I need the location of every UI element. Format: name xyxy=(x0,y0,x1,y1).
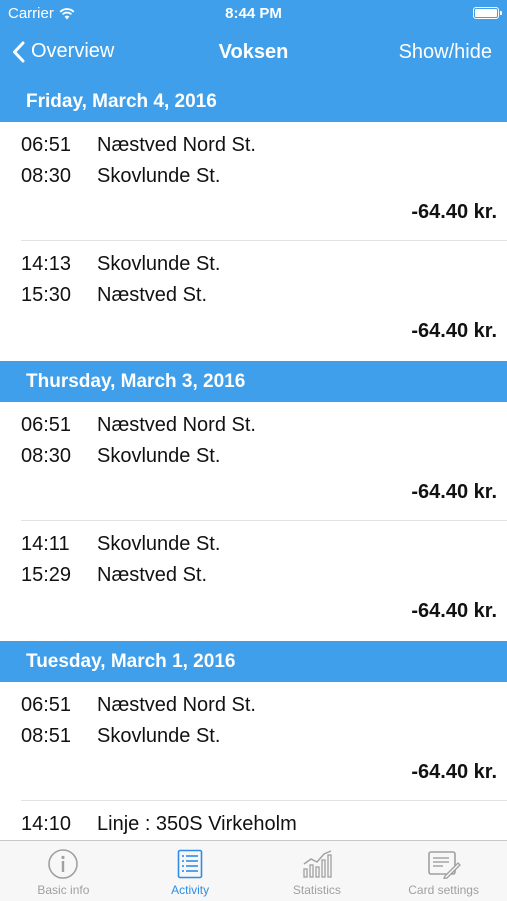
arrival-time: 08:30 xyxy=(21,165,72,187)
trip-amount: -64.40 kr. xyxy=(411,600,497,622)
departure-time: 06:51 xyxy=(21,134,72,156)
trip-row[interactable]: 06:51 Næstved Nord St. 08:51 Skovlunde S… xyxy=(0,682,507,801)
trip-row[interactable]: 06:51 Næstved Nord St. 08:30 Skovlunde S… xyxy=(0,402,507,521)
day-header: Tuesday, March 1, 2016 xyxy=(0,641,507,682)
status-bar: Carrier 8:44 PM xyxy=(0,0,507,28)
arrival-station: Skovlunde St. xyxy=(97,445,221,467)
trip-row[interactable]: 06:51 Næstved Nord St. 08:30 Skovlunde S… xyxy=(0,122,507,241)
show-hide-button[interactable]: Show/hide xyxy=(399,41,492,64)
day-header: Friday, March 4, 2016 xyxy=(0,81,507,122)
departure-station: Næstved Nord St. xyxy=(97,414,256,436)
tab-card-settings[interactable]: Card settings xyxy=(380,841,507,901)
trip-arrival: 15:29 Næstved St. xyxy=(21,564,207,587)
trip-departure: 06:51 Næstved Nord St. xyxy=(21,414,256,437)
list-icon xyxy=(177,849,203,879)
arrival-station: Næstved St. xyxy=(97,284,208,306)
trip-departure: 14:10 Linje : 350S Virkeholm xyxy=(21,813,297,836)
trip-row[interactable]: 14:11 Skovlunde St. 15:29 Næstved St. -6… xyxy=(0,521,507,641)
trip-arrival: 08:30 Skovlunde St. xyxy=(21,445,220,468)
info-icon xyxy=(48,849,79,879)
tab-activity[interactable]: Activity xyxy=(127,841,254,901)
day-header: Thursday, March 3, 2016 xyxy=(0,361,507,402)
tab-statistics[interactable]: Statistics xyxy=(254,841,381,901)
activity-list[interactable]: Friday, March 4, 2016 06:51 Næstved Nord… xyxy=(0,81,507,840)
tab-basic-info[interactable]: Basic info xyxy=(0,841,127,901)
trip-amount: -64.40 kr. xyxy=(411,761,497,783)
arrival-time: 15:29 xyxy=(21,564,72,586)
departure-station: Næstved Nord St. xyxy=(97,694,256,716)
trip-row[interactable]: 14:10 Linje : 350S Virkeholm xyxy=(0,801,507,840)
tab-label: Card settings xyxy=(408,883,479,897)
trip-arrival: 08:30 Skovlunde St. xyxy=(21,165,220,188)
trip-departure: 14:13 Skovlunde St. xyxy=(21,253,220,276)
departure-station: Skovlunde St. xyxy=(97,533,221,555)
departure-time: 14:10 xyxy=(21,813,72,835)
departure-station: Skovlunde St. xyxy=(97,253,221,275)
arrival-time: 08:30 xyxy=(21,445,72,467)
tab-label: Statistics xyxy=(292,883,341,897)
chart-icon xyxy=(303,850,332,878)
departure-time: 06:51 xyxy=(21,694,72,716)
clock: 8:44 PM xyxy=(225,5,282,22)
arrival-time: 15:30 xyxy=(21,284,72,306)
trip-departure: 14:11 Skovlunde St. xyxy=(21,533,220,556)
tab-label: Basic info xyxy=(37,883,90,897)
arrival-station: Skovlunde St. xyxy=(97,725,221,747)
tab-label: Activity xyxy=(171,883,210,897)
navigation-bar: Overview Voksen Show/hide xyxy=(0,28,507,81)
trip-arrival: 08:51 Skovlunde St. xyxy=(21,725,220,748)
trip-amount: -64.40 kr. xyxy=(411,320,497,342)
arrival-station: Næstved St. xyxy=(97,564,208,586)
arrival-time: 08:51 xyxy=(21,725,72,747)
departure-time: 14:11 xyxy=(21,533,70,555)
departure-station: Linje : 350S Virkeholm xyxy=(97,813,297,835)
tab-bar: Basic info Activity Statistics Card sett… xyxy=(0,840,507,901)
departure-time: 14:13 xyxy=(21,253,72,275)
trip-departure: 06:51 Næstved Nord St. xyxy=(21,694,256,717)
card-edit-icon xyxy=(427,851,461,879)
trip-arrival: 15:30 Næstved St. xyxy=(21,284,207,307)
trip-amount: -64.40 kr. xyxy=(411,481,497,503)
top-bar: Carrier 8:44 PM Overview Voksen Show/hid… xyxy=(0,0,507,81)
departure-station: Næstved Nord St. xyxy=(97,134,256,156)
arrival-station: Skovlunde St. xyxy=(97,165,221,187)
battery-icon xyxy=(473,7,502,19)
trip-row[interactable]: 14:13 Skovlunde St. 15:30 Næstved St. -6… xyxy=(0,241,507,361)
trip-departure: 06:51 Næstved Nord St. xyxy=(21,134,256,157)
trip-amount: -64.40 kr. xyxy=(411,201,497,223)
departure-time: 06:51 xyxy=(21,414,72,436)
